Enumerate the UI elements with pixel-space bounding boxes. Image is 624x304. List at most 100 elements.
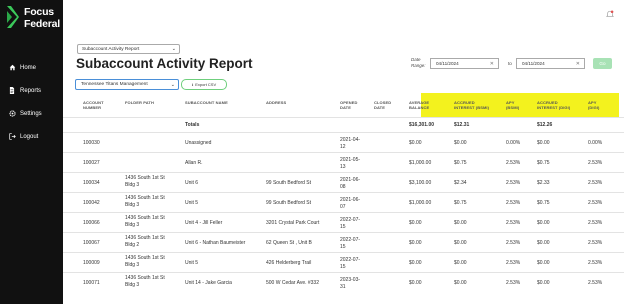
cell-average-balance: $1,000.00 <box>409 200 432 206</box>
date-to-label: to <box>508 61 512 66</box>
cell-average-balance: $1,000.00 <box>409 160 432 166</box>
cell-opened-date: 2021-05- 13 <box>340 157 361 170</box>
cell-opened-date: 2021-04- 12 <box>340 137 361 150</box>
export-csv-button[interactable]: ⭳ Export CSV <box>181 79 227 90</box>
totals-label: Totals <box>185 122 200 128</box>
cell-folder-path: 1436 South 1st St Bldg 3 <box>125 195 165 208</box>
clear-date-icon[interactable]: ✕ <box>490 59 494 69</box>
cell-apy-bsmi: 2.53% <box>506 260 521 266</box>
sidebar-item-settings[interactable]: Settings <box>0 102 63 125</box>
clear-date-icon[interactable]: ✕ <box>576 59 580 69</box>
cell-apy-digi: 2.53% <box>588 280 603 286</box>
sidebar-item-label: Home <box>20 64 37 71</box>
column-header-closed-date[interactable]: CLOSED DATE <box>374 100 391 110</box>
brand-name-line1: Focus <box>24 6 54 18</box>
cell-apy-bsmi: 2.53% <box>506 200 521 206</box>
column-header-accrued-interest-digi[interactable]: ACCRUED INTEREST (DIGI) <box>537 100 570 110</box>
column-header-average-balance[interactable]: AVERAGE BALANCE <box>409 100 429 110</box>
notification-bell-icon[interactable] <box>606 5 614 17</box>
column-header-account-number[interactable]: ACCOUNT NUMBER <box>83 100 104 110</box>
cell-accrued-interest-bsmi: $0.00 <box>454 280 467 286</box>
cell-apy-digi: 2.53% <box>588 260 603 266</box>
cell-apy-bsmi: 2.53% <box>506 180 521 186</box>
cell-apy-digi: 2.53% <box>588 220 603 226</box>
cell-average-balance: $0.00 <box>409 220 422 226</box>
sidebar-item-logout[interactable]: Logout <box>0 125 63 148</box>
table-row[interactable]: 100042 1436 South 1st St Bldg 3 Unit 5 99 So… <box>63 192 624 212</box>
cell-accrued-interest-bsmi: $2.34 <box>454 180 467 186</box>
brand-logo[interactable]: Focus Federal <box>6 4 62 34</box>
cell-address: 500 W Cedar Ave. #332 <box>266 280 319 286</box>
sidebar-item-reports[interactable]: Reports <box>0 79 63 102</box>
cell-accrued-interest-digi: $2.33 <box>537 180 550 186</box>
cell-subaccount-name: Unit 5 <box>185 200 199 206</box>
chevron-down-icon: ⌄ <box>170 82 175 88</box>
cell-opened-date: 2022-07- 15 <box>340 257 361 270</box>
column-header-folder-path[interactable]: FOLDER PATH <box>125 100 154 105</box>
cell-opened-date: 2023-03- 31 <box>340 277 361 290</box>
cell-account-number: 100030 <box>83 140 100 146</box>
cell-account-number: 100009 <box>83 260 100 266</box>
cell-opened-date: 2022-07- 15 <box>340 217 361 230</box>
cell-apy-digi: 2.53% <box>588 160 603 166</box>
table-row[interactable]: 100030 Unassigned 2021-04- 12 $0.00 $0.00 0.00… <box>63 132 624 152</box>
sidebar-nav: Home Reports Settings Logout <box>0 56 63 148</box>
cell-opened-date: 2022-07- 15 <box>340 237 361 250</box>
cell-subaccount-name: Unit 6 <box>185 180 199 186</box>
cell-accrued-interest-bsmi: $0.00 <box>454 140 467 146</box>
management-company-select[interactable]: Tennessee Titans Management ⌄ <box>75 79 179 90</box>
date-to-value: 04/11/2024 <box>522 61 545 66</box>
cell-apy-digi: 0.00% <box>588 140 603 146</box>
date-to-input[interactable]: 04/11/2024 ✕ <box>516 58 585 69</box>
cell-average-balance: $0.00 <box>409 140 422 146</box>
sidebar-item-home[interactable]: Home <box>0 56 63 79</box>
cell-accrued-interest-bsmi: $0.75 <box>454 160 467 166</box>
cell-account-number: 100042 <box>83 200 100 206</box>
cell-account-number: 100034 <box>83 180 100 186</box>
table-row[interactable]: 100067 1436 South 1st St Bldg 2 Unit 6 - Na… <box>63 232 624 252</box>
cell-address: 426 Helderberg Trail <box>266 260 312 266</box>
column-header-address[interactable]: ADDRESS <box>266 100 286 105</box>
cell-folder-path: 1436 South 1st St Bldg 3 <box>125 215 165 228</box>
sidebar-item-label: Settings <box>20 110 42 117</box>
home-icon <box>8 64 16 72</box>
management-company-value: Tennessee Titans Management <box>81 82 148 87</box>
cell-average-balance: $3,100.00 <box>409 180 432 186</box>
cell-address: 99 South Bedford St <box>266 180 312 186</box>
table-row[interactable]: 100071 1436 South 1st St Bldg 3 Unit 14 - J… <box>63 272 624 292</box>
go-button[interactable]: Go <box>593 58 612 69</box>
cell-accrued-interest-digi: $0.75 <box>537 160 550 166</box>
column-header-apy-digi[interactable]: APY (DIGI) <box>588 100 600 110</box>
cell-accrued-interest-bsmi: $0.00 <box>454 260 467 266</box>
column-header-accrued-interest-bsmi[interactable]: ACCRUED INTEREST (BSMI) <box>454 100 489 110</box>
date-range-label-line2: Range: <box>411 63 426 68</box>
table-row[interactable]: 100027 Allan R. 2021-05- 13 $1,000.00 $0.75 2.… <box>63 152 624 172</box>
cell-apy-digi: 2.53% <box>588 180 603 186</box>
column-header-apy-bsmi[interactable]: APY (BSMI) <box>506 100 519 110</box>
date-from-value: 04/11/2024 <box>436 61 459 66</box>
column-header-opened-date[interactable]: OPENED DATE <box>340 100 358 110</box>
cell-subaccount-name: Unit 5 <box>185 260 199 266</box>
date-from-input[interactable]: 04/11/2024 ✕ <box>430 58 499 69</box>
table-row[interactable]: 100066 1436 South 1st St Bldg 3 Unit 4 - Ji… <box>63 212 624 232</box>
table-row[interactable]: 100034 1436 South 1st St Bldg 3 Unit 6 99 So… <box>63 172 624 192</box>
cell-account-number: 100071 <box>83 280 100 286</box>
cell-subaccount-name: Unit 4 - Jill Feller <box>185 220 223 226</box>
report-type-select[interactable]: Subaccount Activity Report ⌄ <box>77 44 180 54</box>
cell-account-number: 100067 <box>83 240 100 246</box>
cell-accrued-interest-digi: $0.00 <box>537 140 550 146</box>
cell-opened-date: 2021-06- 08 <box>340 177 361 190</box>
cell-accrued-interest-digi: $0.00 <box>537 280 550 286</box>
cell-accrued-interest-digi: $0.75 <box>537 200 550 206</box>
cell-apy-bsmi: 2.53% <box>506 160 521 166</box>
cell-subaccount-name: Allan R. <box>185 160 203 166</box>
export-csv-label: Export CSV <box>195 82 217 87</box>
main-content: Subaccount Activity Report ⌄ Subaccount … <box>63 0 624 304</box>
chevron-down-icon: ⌄ <box>171 46 176 52</box>
column-header-subaccount-name[interactable]: SUBACCOUNT NAME <box>185 100 228 105</box>
table-row[interactable]: 100009 1436 South 1st St Bldg 3 Unit 5 426 H… <box>63 252 624 272</box>
page-title: Subaccount Activity Report <box>76 56 253 71</box>
document-icon <box>8 87 16 95</box>
cell-accrued-interest-bsmi: $0.75 <box>454 200 467 206</box>
cell-average-balance: $0.00 <box>409 240 422 246</box>
